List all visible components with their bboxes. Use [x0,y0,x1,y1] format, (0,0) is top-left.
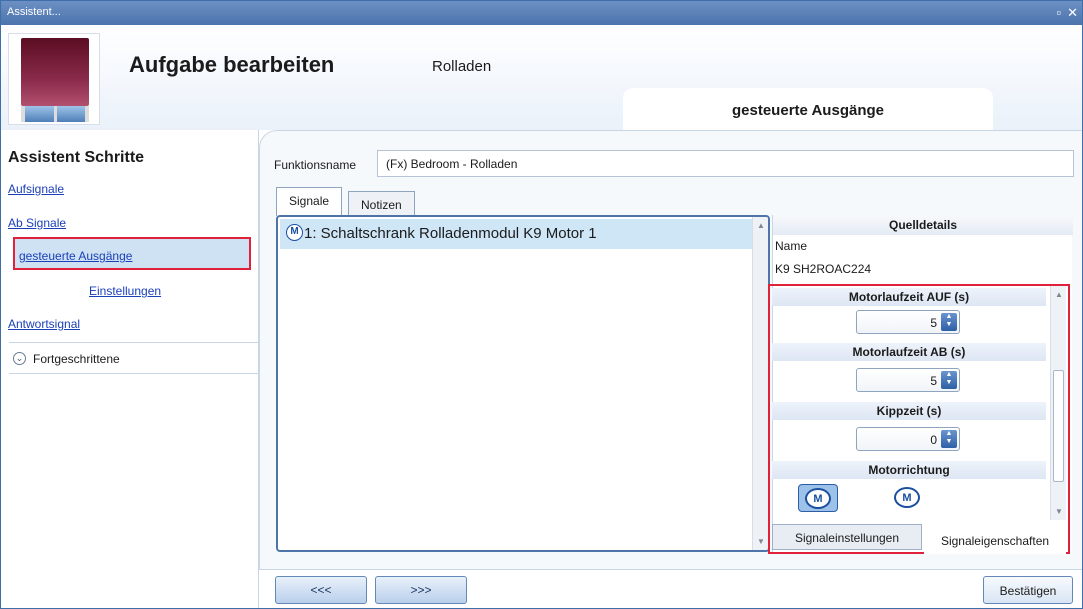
title-bar: Assistent... ▫ ✕ [1,1,1082,25]
motor-down-time-stepper[interactable]: 5 ▲ ▼ [856,368,960,392]
scroll-up-icon[interactable]: ▲ [757,221,765,230]
confirm-button[interactable]: Bestätigen [983,576,1073,604]
list-item-text: 1: Schaltschrank Rolladenmodul K9 Motor … [304,225,597,242]
wizard-steps-sidebar: Assistent Schritte Aufsignale Ab Signale… [1,130,259,608]
function-name-input[interactable]: (Fx) Bedroom - Rolladen [377,150,1074,177]
function-name-label: Funktionsname [274,158,357,172]
motor-icon: M [286,224,303,241]
scroll-down-icon[interactable]: ▼ [757,537,765,546]
forward-button[interactable]: >>> [375,576,467,604]
motor-direction-forward-button[interactable]: M [798,484,838,512]
motor-direction-label: Motorrichtung [772,461,1046,479]
motor-down-time-value: 5 [930,374,937,388]
back-button[interactable]: <<< [275,576,367,604]
stepper-arrows-icon[interactable]: ▲ ▼ [941,371,957,389]
sidebar-item-aufsignale[interactable]: Aufsignale [8,182,64,196]
name-label: Name [775,239,808,253]
tab-signal-properties[interactable]: Signaleigenschaften [924,528,1066,554]
list-item[interactable]: M 1: Schaltschrank Rolladenmodul K9 Moto… [280,219,752,249]
tilt-time-stepper[interactable]: 0 ▲ ▼ [856,427,960,451]
sidebar-heading: Assistent Schritte [8,149,145,166]
scroll-thumb[interactable] [1053,370,1064,482]
tilt-time-value: 0 [930,433,937,447]
current-step-tab: gesteuerte Ausgänge [623,88,993,130]
signal-list: M 1: Schaltschrank Rolladenmodul K9 Moto… [276,215,770,552]
scroll-down-icon[interactable]: ▼ [1055,507,1063,516]
page-title: Aufgabe bearbeiten [129,52,335,77]
window-controls: ▫ ✕ [1050,5,1078,21]
page-subtitle: Rolladen [432,58,492,75]
sidebar-item-ab-signale[interactable]: Ab Signale [8,216,66,230]
window-title: Assistent... [7,6,61,18]
sidebar-item-gesteuerte-ausgaenge[interactable]: gesteuerte Ausgänge [19,249,132,263]
signal-settings-highlight: Motorlaufzeit AUF (s) 5 ▲ ▼ Motorlaufzeit… [768,284,1070,554]
header: Aufgabe bearbeiten Rolladen gesteuerte A… [1,25,1082,130]
list-scrollbar[interactable]: ▲ ▼ [752,217,768,550]
stepper-arrows-icon[interactable]: ▲ ▼ [941,430,957,448]
chevron-down-icon[interactable]: ⌄ [13,352,26,365]
source-details-heading: Quelldetails [773,215,1073,235]
tab-notizen[interactable]: Notizen [348,191,415,216]
motor-right-arrow-icon: M [805,488,831,509]
stepper-arrows-icon[interactable]: ▲ ▼ [941,313,957,331]
name-value: K9 SH2ROAC224 [775,262,872,276]
sidebar-item-antwortsignal[interactable]: Antwortsignal [8,317,80,331]
advanced-expander[interactable]: ⌄ Fortgeschrittene [9,342,259,374]
close-icon[interactable]: ✕ [1067,5,1078,20]
motor-direction-reverse-button[interactable]: M [888,484,928,512]
sidebar-item-einstellungen[interactable]: Einstellungen [89,284,161,298]
main-content: Funktionsname (Fx) Bedroom - Rolladen Si… [259,130,1082,608]
assistant-window: Assistent... ▫ ✕ Aufgabe bearbeiten Rolla… [0,0,1083,609]
motor-left-arrow-icon: M [894,487,920,508]
roller-shutter-logo-icon [8,33,100,125]
tilt-time-label: Kippzeit (s) [772,402,1046,420]
tab-signal-settings[interactable]: Signaleinstellungen [772,524,922,550]
main-panel: Funktionsname (Fx) Bedroom - Rolladen Si… [259,130,1082,570]
scroll-up-icon[interactable]: ▲ [1055,290,1063,299]
motor-up-time-stepper[interactable]: 5 ▲ ▼ [856,310,960,334]
settings-scrollbar[interactable]: ▲ ▼ [1050,286,1066,520]
motor-down-time-label: Motorlaufzeit AB (s) [772,343,1046,361]
advanced-label: Fortgeschrittene [33,352,120,366]
tab-signale[interactable]: Signale [276,187,343,216]
maximize-icon[interactable]: ▫ [1056,5,1061,20]
motor-up-time-label: Motorlaufzeit AUF (s) [772,288,1046,306]
motor-up-time-value: 5 [930,316,937,330]
